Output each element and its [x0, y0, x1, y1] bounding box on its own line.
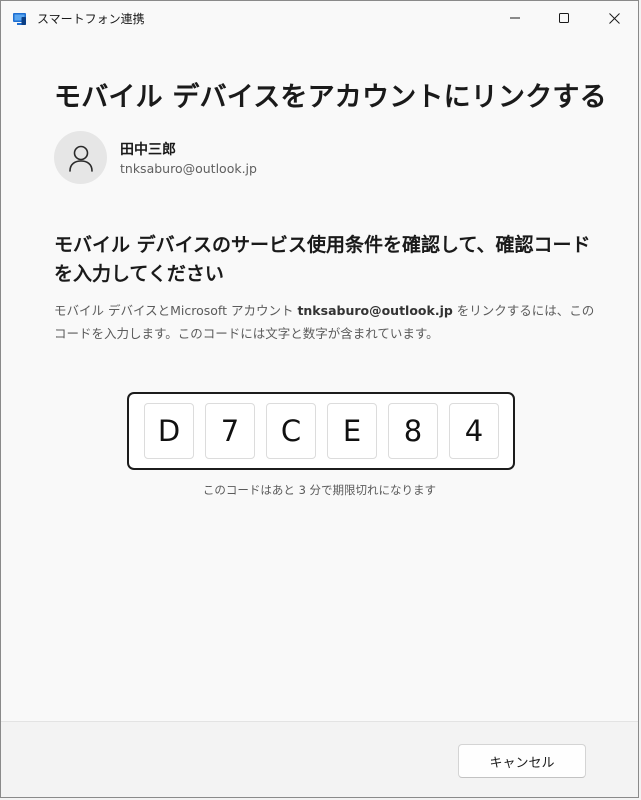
close-icon — [608, 12, 620, 24]
minimize-button[interactable] — [492, 1, 538, 35]
code-char-2: 7 — [205, 403, 255, 459]
minimize-icon — [510, 17, 520, 19]
code-char-1: D — [144, 403, 194, 459]
dialog-footer: キャンセル — [1, 721, 638, 797]
cancel-button[interactable]: キャンセル — [458, 744, 586, 778]
code-char-4: E — [327, 403, 377, 459]
avatar — [54, 131, 107, 184]
page-title: モバイル デバイスをアカウントにリンクする — [54, 82, 607, 113]
verification-code-box: D 7 C E 8 4 — [127, 392, 515, 470]
person-icon — [68, 145, 93, 172]
code-char-6: 4 — [449, 403, 499, 459]
description-text-1: モバイル デバイスとMicrosoft アカウント — [54, 303, 298, 318]
maximize-button[interactable] — [541, 1, 587, 35]
dialog-content: モバイル デバイスをアカウントにリンクする 田中三郎 tnksaburo@out… — [1, 35, 638, 721]
description-email: tnksaburo@outlook.jp — [297, 303, 453, 318]
app-window: スマートフォン連携 モバイル デバイスをアカウントにリンクする 田中三郎 tnk… — [0, 0, 639, 798]
close-button[interactable] — [591, 1, 637, 35]
instructions-description: モバイル デバイスとMicrosoft アカウント tnksaburo@outl… — [54, 299, 599, 345]
code-char-5: 8 — [388, 403, 438, 459]
window-title: スマートフォン連携 — [37, 12, 145, 26]
code-expiry-note: このコードはあと 3 分で期限切れになります — [202, 483, 437, 497]
maximize-icon — [559, 13, 569, 23]
title-bar: スマートフォン連携 — [1, 1, 638, 35]
phone-link-app-icon — [13, 11, 27, 25]
account-email: tnksaburo@outlook.jp — [120, 161, 257, 176]
code-char-3: C — [266, 403, 316, 459]
instructions-heading: モバイル デバイスのサービス使用条件を確認して、確認コードを入力してください — [54, 234, 591, 285]
account-name: 田中三郎 — [120, 142, 176, 158]
